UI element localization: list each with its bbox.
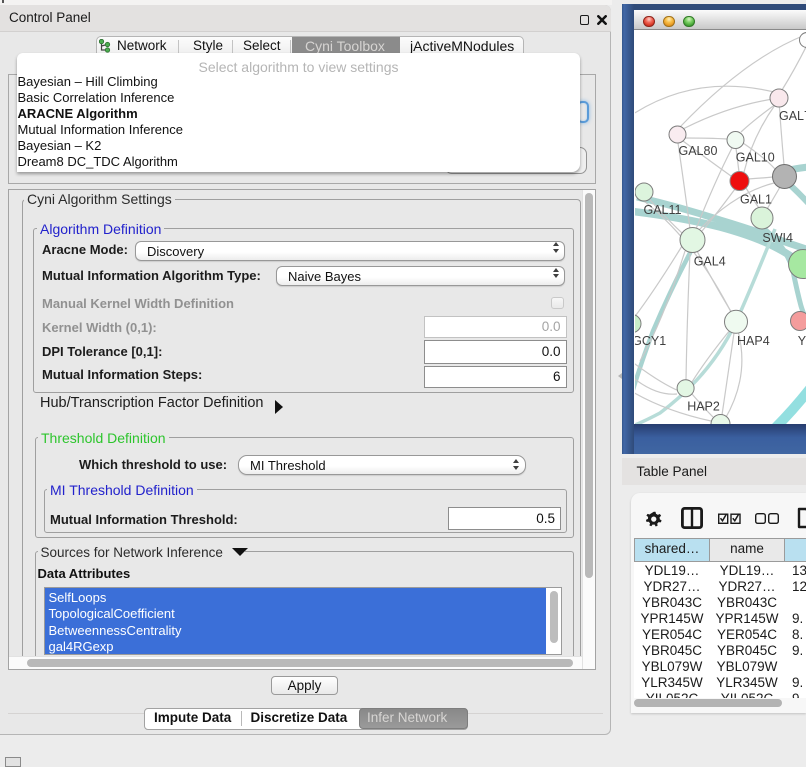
svg-text:Y: Y: [798, 334, 806, 348]
svg-text:GAL11: GAL11: [644, 203, 682, 217]
svg-text:GAL7: GAL7: [779, 109, 806, 123]
svg-text:SWI4: SWI4: [762, 231, 793, 245]
svg-text:HAP2: HAP2: [687, 400, 720, 414]
svg-text:GAL10: GAL10: [736, 151, 775, 165]
svg-text:GAL4: GAL4: [694, 255, 726, 269]
svg-text:GCY1: GCY1: [635, 334, 666, 348]
svg-text:GAL1: GAL1: [740, 193, 772, 207]
svg-text:HAP4: HAP4: [737, 334, 770, 348]
svg-text:GAL80: GAL80: [679, 144, 718, 158]
